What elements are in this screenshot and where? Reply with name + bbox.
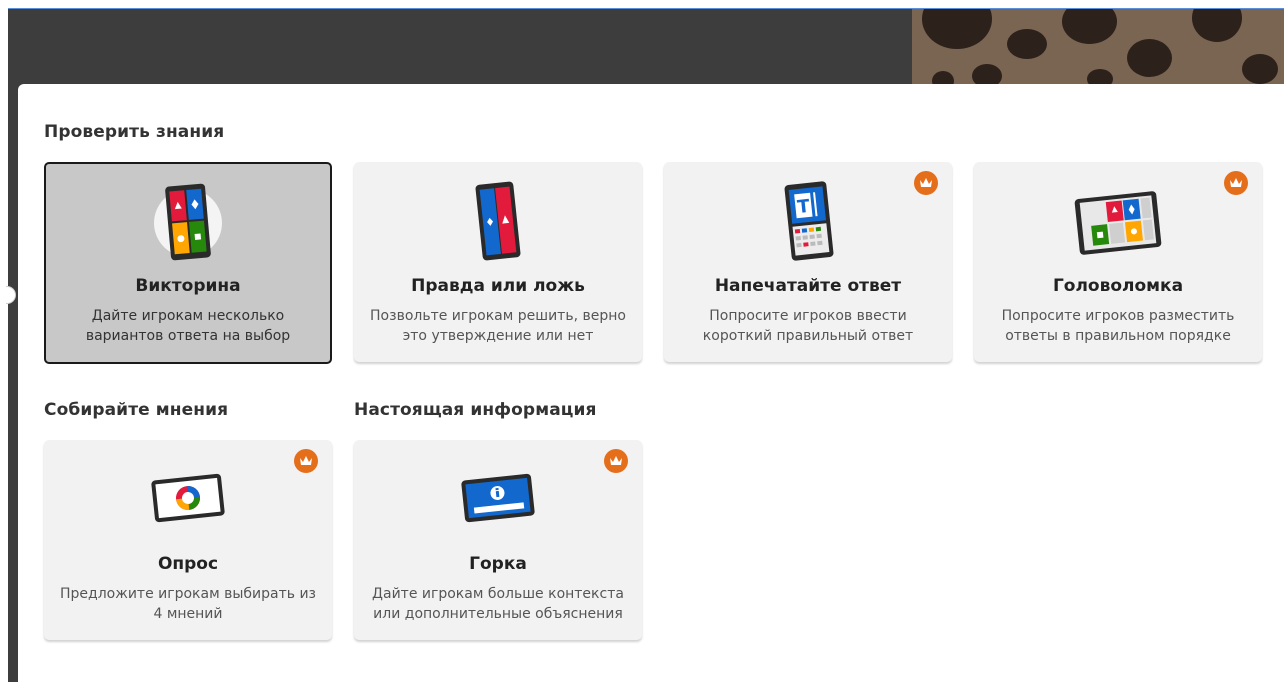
card-quiz[interactable]: Викторина Дайте игрокам несколько вариан…	[44, 162, 332, 364]
poll-tablet-icon	[44, 448, 332, 548]
card-description: Дайте игрокам больше контекста или допол…	[372, 586, 624, 622]
section-title-collect-opinions: Собирайте мнения	[44, 400, 229, 420]
type-answer-tablet-icon: T	[664, 170, 952, 270]
slide-tablet-icon	[354, 448, 642, 548]
card-description: Попросите игроков разместить ответы в пр…	[1001, 308, 1235, 344]
card-title: Напечатайте ответ	[714, 276, 902, 296]
card-title: Правда или ложь	[411, 276, 585, 296]
true-false-tablet-icon	[354, 170, 642, 270]
card-true-false[interactable]: Правда или ложь Позвольте игрокам решить…	[354, 162, 642, 362]
card-title: Головоломка	[1052, 276, 1184, 296]
card-title: Горка	[469, 554, 527, 574]
card-poll[interactable]: Опрос Предложите игрокам выбирать из 4 м…	[44, 440, 332, 640]
card-title: Викторина	[135, 276, 241, 296]
card-title: Опрос	[157, 554, 219, 574]
section-title-present-info: Настоящая информация	[354, 400, 597, 420]
section-title-test-knowledge: Проверить знания	[44, 122, 225, 142]
card-description: Предложите игрокам выбирать из 4 мнений	[59, 586, 316, 622]
card-slide[interactable]: Горка Дайте игрокам больше контекста или…	[354, 440, 642, 640]
card-description: Попросите игроков ввести короткий правил…	[702, 308, 914, 344]
window-left-edge	[0, 0, 8, 682]
card-description: Дайте игрокам несколько вариантов ответа…	[85, 308, 291, 344]
puzzle-tablet-icon	[974, 170, 1262, 270]
question-type-modal: Проверить знания Викторина Дайте игрокам…	[18, 84, 1284, 682]
card-description: Позвольте игрокам решить, верно это утве…	[370, 308, 626, 344]
card-puzzle[interactable]: Головоломка Попросите игроков разместить…	[974, 162, 1262, 362]
quiz-tablet-icon	[46, 172, 330, 272]
card-type-answer[interactable]: T Напечатайте ответ Попросите игроков вв…	[664, 162, 952, 362]
